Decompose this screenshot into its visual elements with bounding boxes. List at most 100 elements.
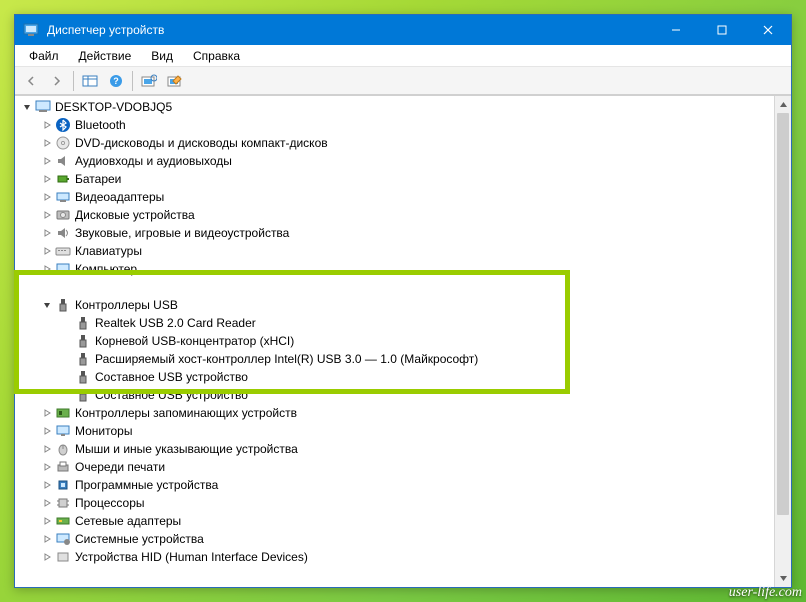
tree-category-monitor[interactable]: Мониторы	[15, 422, 774, 440]
device-tree[interactable]: DESKTOP-VDOBJQ5 Bluetooth DVD-дисководы …	[15, 96, 774, 587]
tree-category-battery[interactable]: Батареи	[15, 170, 774, 188]
tree-category-ide-cutoff[interactable]: IDE ATA/ATAPI	[15, 278, 774, 296]
tree-usb-item[interactable]: Составное USB устройство	[15, 386, 774, 404]
computer-icon	[35, 99, 51, 115]
network-icon	[55, 513, 71, 529]
tree-pane: DESKTOP-VDOBJQ5 Bluetooth DVD-дисководы …	[15, 95, 791, 587]
printer-icon	[55, 459, 71, 475]
watermark: user-life.com	[729, 585, 802, 601]
scroll-track[interactable]	[775, 113, 791, 570]
pc-icon	[55, 261, 71, 277]
storage-controller-icon	[55, 405, 71, 421]
expand-icon[interactable]	[39, 117, 55, 133]
tree-item-label: Процессоры	[75, 494, 145, 512]
tree-category-computer[interactable]: Компьютер	[15, 260, 774, 278]
monitor-icon	[55, 423, 71, 439]
tree-root[interactable]: DESKTOP-VDOBJQ5	[15, 98, 774, 116]
window-title: Диспетчер устройств	[47, 23, 653, 37]
cpu-icon	[55, 495, 71, 511]
tree-category-network[interactable]: Сетевые адаптеры	[15, 512, 774, 530]
toolbar-back-button[interactable]	[19, 70, 43, 92]
disk-icon	[55, 207, 71, 223]
toolbar-help-button[interactable]: ?	[104, 70, 128, 92]
tree-item-label: Звуковые, игровые и видеоустройства	[75, 224, 289, 242]
expand-icon[interactable]	[39, 531, 55, 547]
usb-device-icon	[75, 351, 91, 367]
toolbar-forward-button[interactable]	[45, 70, 69, 92]
menu-help[interactable]: Справка	[183, 47, 250, 65]
collapse-icon[interactable]	[39, 297, 55, 313]
vertical-scrollbar[interactable]	[774, 96, 791, 587]
close-button[interactable]	[745, 15, 791, 45]
tree-item-label: Клавиатуры	[75, 242, 142, 260]
audio-icon	[55, 153, 71, 169]
expand-icon[interactable]	[39, 243, 55, 259]
hid-icon	[55, 549, 71, 565]
collapse-icon[interactable]	[19, 99, 35, 115]
tree-category-storage[interactable]: Контроллеры запоминающих устройств	[15, 404, 774, 422]
menu-action[interactable]: Действие	[69, 47, 142, 65]
expand-icon[interactable]	[39, 171, 55, 187]
titlebar[interactable]: Диспетчер устройств	[15, 15, 791, 45]
tree-item-label: Компьютер	[75, 260, 137, 278]
expand-icon[interactable]	[39, 189, 55, 205]
expand-icon[interactable]	[39, 261, 55, 277]
usb-device-icon	[75, 369, 91, 385]
menu-view[interactable]: Вид	[141, 47, 183, 65]
scroll-thumb[interactable]	[777, 113, 789, 515]
tree-usb-item[interactable]: Составное USB устройство	[15, 368, 774, 386]
toolbar-separator	[132, 71, 133, 91]
scroll-up-button[interactable]	[775, 96, 791, 113]
tree-item-label: Программные устройства	[75, 476, 218, 494]
tree-usb-item[interactable]: Корневой USB-концентратор (xHCI)	[15, 332, 774, 350]
tree-item-label: Составное USB устройство	[95, 386, 248, 404]
tree-category-cpu[interactable]: Процессоры	[15, 494, 774, 512]
tree-item-label: Аудиовходы и аудиовыходы	[75, 152, 232, 170]
svg-text:?: ?	[113, 76, 119, 86]
tree-category-bluetooth[interactable]: Bluetooth	[15, 116, 774, 134]
app-icon	[23, 22, 39, 38]
toolbar-scan-button[interactable]	[137, 70, 161, 92]
tree-item-label: DVD-дисководы и дисководы компакт-дисков	[75, 134, 328, 152]
tree-category-keyboard[interactable]: Клавиатуры	[15, 242, 774, 260]
tree-item-label: Батареи	[75, 170, 121, 188]
expand-icon[interactable]	[39, 459, 55, 475]
tree-category-audio[interactable]: Аудиовходы и аудиовыходы	[15, 152, 774, 170]
expand-icon[interactable]	[39, 423, 55, 439]
usb-device-icon	[75, 333, 91, 349]
expand-icon[interactable]	[39, 549, 55, 565]
tree-category-disk[interactable]: Дисковые устройства	[15, 206, 774, 224]
menu-file[interactable]: Файл	[19, 47, 69, 65]
tree-category-hid-cutoff[interactable]: Устройства HID (Human Interface Devices)	[15, 548, 774, 566]
expand-icon[interactable]	[39, 153, 55, 169]
expand-icon[interactable]	[39, 441, 55, 457]
display-adapter-icon	[55, 189, 71, 205]
toolbar-properties-button[interactable]	[163, 70, 187, 92]
toolbar-show-hidden-button[interactable]	[78, 70, 102, 92]
tree-category-usb[interactable]: Контроллеры USB	[15, 296, 774, 314]
toolbar: ?	[15, 67, 791, 95]
expand-icon[interactable]	[39, 135, 55, 151]
tree-category-sound[interactable]: Звуковые, игровые и видеоустройства	[15, 224, 774, 242]
expand-icon[interactable]	[39, 225, 55, 241]
minimize-button[interactable]	[653, 15, 699, 45]
expand-icon[interactable]	[39, 513, 55, 529]
tree-item-label: Системные устройства	[75, 530, 204, 548]
tree-category-dvd[interactable]: DVD-дисководы и дисководы компакт-дисков	[15, 134, 774, 152]
expand-icon[interactable]	[39, 279, 55, 295]
expand-icon[interactable]	[39, 405, 55, 421]
tree-usb-item[interactable]: Расширяемый хост-контроллер Intel(R) USB…	[15, 350, 774, 368]
tree-item-label: Мыши и иные указывающие устройства	[75, 440, 298, 458]
tree-usb-item[interactable]: Realtek USB 2.0 Card Reader	[15, 314, 774, 332]
tree-category-software[interactable]: Программные устройства	[15, 476, 774, 494]
expand-icon[interactable]	[39, 477, 55, 493]
expand-icon[interactable]	[39, 207, 55, 223]
maximize-button[interactable]	[699, 15, 745, 45]
expand-icon[interactable]	[39, 495, 55, 511]
tree-category-video[interactable]: Видеоадаптеры	[15, 188, 774, 206]
battery-icon	[55, 171, 71, 187]
tree-category-mouse[interactable]: Мыши и иные указывающие устройства	[15, 440, 774, 458]
window-buttons	[653, 15, 791, 45]
tree-category-printqueue[interactable]: Очереди печати	[15, 458, 774, 476]
tree-category-system[interactable]: Системные устройства	[15, 530, 774, 548]
